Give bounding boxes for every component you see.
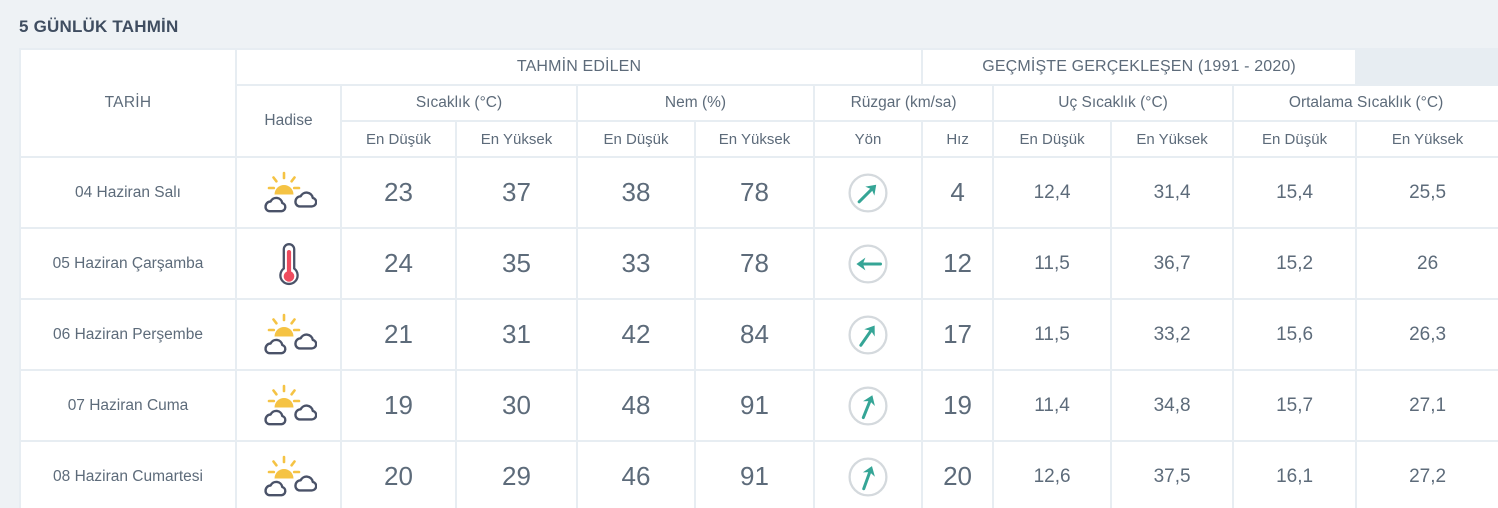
forecast-table-container: TARİH TAHMİN EDİLEN GEÇMİŞTE GERÇEKLEŞEN… xyxy=(19,48,1498,508)
forecast-date: 07 Haziran Cuma xyxy=(21,371,235,440)
forecast-date: 08 Haziran Cumartesi xyxy=(21,442,235,508)
column-group-ortalama-sicaklik: Ortalama Sıcaklık (°C) xyxy=(1234,86,1498,120)
column-group-nem: Nem (%) xyxy=(578,86,813,120)
column-header-tarih: TARİH xyxy=(21,50,235,156)
historical-extreme-min-value: 11,5 xyxy=(994,300,1111,369)
historical-average-min-value: 16,1 xyxy=(1234,442,1356,508)
table-body: 04 Haziran Salı 23 37 38 78 4 12,4 31,4 15,4 25,5… xyxy=(21,158,1498,508)
column-group-uc-sicaklik: Uç Sıcaklık (°C) xyxy=(994,86,1233,120)
wind-speed-value: 12 xyxy=(923,229,993,298)
table-row: 07 Haziran Cuma 19 30 48 91 19 11,4 34,8 15,7 27,… xyxy=(21,371,1498,440)
forecast-date: 05 Haziran Çarşamba xyxy=(21,229,235,298)
column-group-ruzgar: Rüzgar (km/sa) xyxy=(815,86,993,120)
arrow-east-icon xyxy=(815,229,922,298)
humidity-max-value: 91 xyxy=(696,442,813,508)
temp-min-value: 24 xyxy=(342,229,455,298)
header-row-tier1: TARİH TAHMİN EDİLEN GEÇMİŞTE GERÇEKLEŞEN… xyxy=(21,50,1498,156)
temp-min-value: 23 xyxy=(342,158,455,227)
wind-speed-value: 20 xyxy=(923,442,993,508)
column-header-nem-en-yuksek: En Yüksek xyxy=(696,122,813,156)
historical-average-min-value: 15,2 xyxy=(1234,229,1356,298)
historical-extreme-min-value: 12,6 xyxy=(994,442,1111,508)
humidity-max-value: 78 xyxy=(696,158,813,227)
forecast-date: 06 Haziran Perşembe xyxy=(21,300,235,369)
humidity-min-value: 33 xyxy=(578,229,694,298)
five-day-forecast-table: TARİH TAHMİN EDİLEN GEÇMİŞTE GERÇEKLEŞEN… xyxy=(19,48,1498,508)
historical-average-min-value: 15,6 xyxy=(1234,300,1356,369)
arrow-south-southwest-icon xyxy=(815,371,922,440)
temp-max-value: 30 xyxy=(457,371,576,440)
historical-extreme-min-value: 11,5 xyxy=(994,229,1111,298)
column-header-uc-en-dusuk: En Düşük xyxy=(994,122,1111,156)
sun-behind-clouds-icon xyxy=(237,371,340,440)
column-header-nem-en-dusuk: En Düşük xyxy=(578,122,694,156)
column-group-historical: GEÇMİŞTE GERÇEKLEŞEN (1991 - 2020) xyxy=(923,50,1356,84)
wind-speed-value: 19 xyxy=(923,371,993,440)
wind-speed-value: 17 xyxy=(923,300,993,369)
historical-average-max-value: 25,5 xyxy=(1357,158,1498,227)
column-header-ortalama-en-dusuk: En Düşük xyxy=(1234,122,1356,156)
sun-behind-clouds-icon xyxy=(237,300,340,369)
humidity-max-value: 91 xyxy=(696,371,813,440)
historical-average-max-value: 27,1 xyxy=(1357,371,1498,440)
humidity-min-value: 48 xyxy=(578,371,694,440)
historical-extreme-min-value: 12,4 xyxy=(994,158,1111,227)
thermometer-hot-icon xyxy=(237,229,340,298)
wind-speed-value: 4 xyxy=(923,158,993,227)
column-header-ruzgar-yon: Yön xyxy=(815,122,922,156)
temp-min-value: 20 xyxy=(342,442,455,508)
historical-extreme-max-value: 34,8 xyxy=(1112,371,1233,440)
table-header: TARİH TAHMİN EDİLEN GEÇMİŞTE GERÇEKLEŞEN… xyxy=(21,50,1498,156)
forecast-date: 04 Haziran Salı xyxy=(21,158,235,227)
humidity-max-value: 78 xyxy=(696,229,813,298)
humidity-min-value: 38 xyxy=(578,158,694,227)
sun-behind-clouds-icon xyxy=(237,442,340,508)
column-group-sicaklik: Sıcaklık (°C) xyxy=(342,86,576,120)
temp-min-value: 21 xyxy=(342,300,455,369)
temp-max-value: 29 xyxy=(457,442,576,508)
historical-extreme-max-value: 33,2 xyxy=(1112,300,1233,369)
humidity-max-value: 84 xyxy=(696,300,813,369)
temp-max-value: 31 xyxy=(457,300,576,369)
column-header-hadise: Hadise xyxy=(237,86,340,156)
table-row: 05 Haziran Çarşamba 24 35 33 78 12 11,5 36,7 15,… xyxy=(21,229,1498,298)
column-header-sicaklik-en-dusuk: En Düşük xyxy=(342,122,455,156)
column-header-sicaklik-en-yuksek: En Yüksek xyxy=(457,122,576,156)
forecast-page: 5 GÜNLÜK TAHMİN TARİH TAHMİN EDİLEN GEÇM… xyxy=(0,0,1498,508)
table-row: 06 Haziran Perşembe 21 31 42 84 17 11,5 33,2 15,… xyxy=(21,300,1498,369)
table-row: 08 Haziran Cumartesi 20 29 46 91 20 12,6 37,5 16… xyxy=(21,442,1498,508)
historical-average-min-value: 15,7 xyxy=(1234,371,1356,440)
historical-average-max-value: 26 xyxy=(1357,229,1498,298)
table-row: 04 Haziran Salı 23 37 38 78 4 12,4 31,4 15,4 25,5 xyxy=(21,158,1498,227)
humidity-min-value: 42 xyxy=(578,300,694,369)
arrow-southwest-icon xyxy=(815,158,922,227)
historical-extreme-min-value: 11,4 xyxy=(994,371,1111,440)
historical-average-min-value: 15,4 xyxy=(1234,158,1356,227)
column-group-forecast: TAHMİN EDİLEN xyxy=(237,50,922,84)
header-row-tier2: Hadise Sıcaklık (°C) Nem (%) Rüzgar (km/… xyxy=(21,86,1498,156)
temp-max-value: 35 xyxy=(457,229,576,298)
column-header-ortalama-en-yuksek: En Yüksek xyxy=(1357,122,1498,156)
historical-extreme-max-value: 37,5 xyxy=(1112,442,1233,508)
historical-extreme-max-value: 36,7 xyxy=(1112,229,1233,298)
historical-average-max-value: 27,2 xyxy=(1357,442,1498,508)
historical-average-max-value: 26,3 xyxy=(1357,300,1498,369)
humidity-min-value: 46 xyxy=(578,442,694,508)
page-title: 5 GÜNLÜK TAHMİN xyxy=(19,17,179,36)
column-header-ruzgar-hiz: Hız xyxy=(923,122,993,156)
historical-extreme-max-value: 31,4 xyxy=(1112,158,1233,227)
temp-max-value: 37 xyxy=(457,158,576,227)
sun-behind-clouds-icon xyxy=(237,158,340,227)
arrow-south-southwest-icon xyxy=(815,442,922,508)
column-header-uc-en-yuksek: En Yüksek xyxy=(1112,122,1233,156)
arrow-southwest-icon xyxy=(815,300,922,369)
temp-min-value: 19 xyxy=(342,371,455,440)
